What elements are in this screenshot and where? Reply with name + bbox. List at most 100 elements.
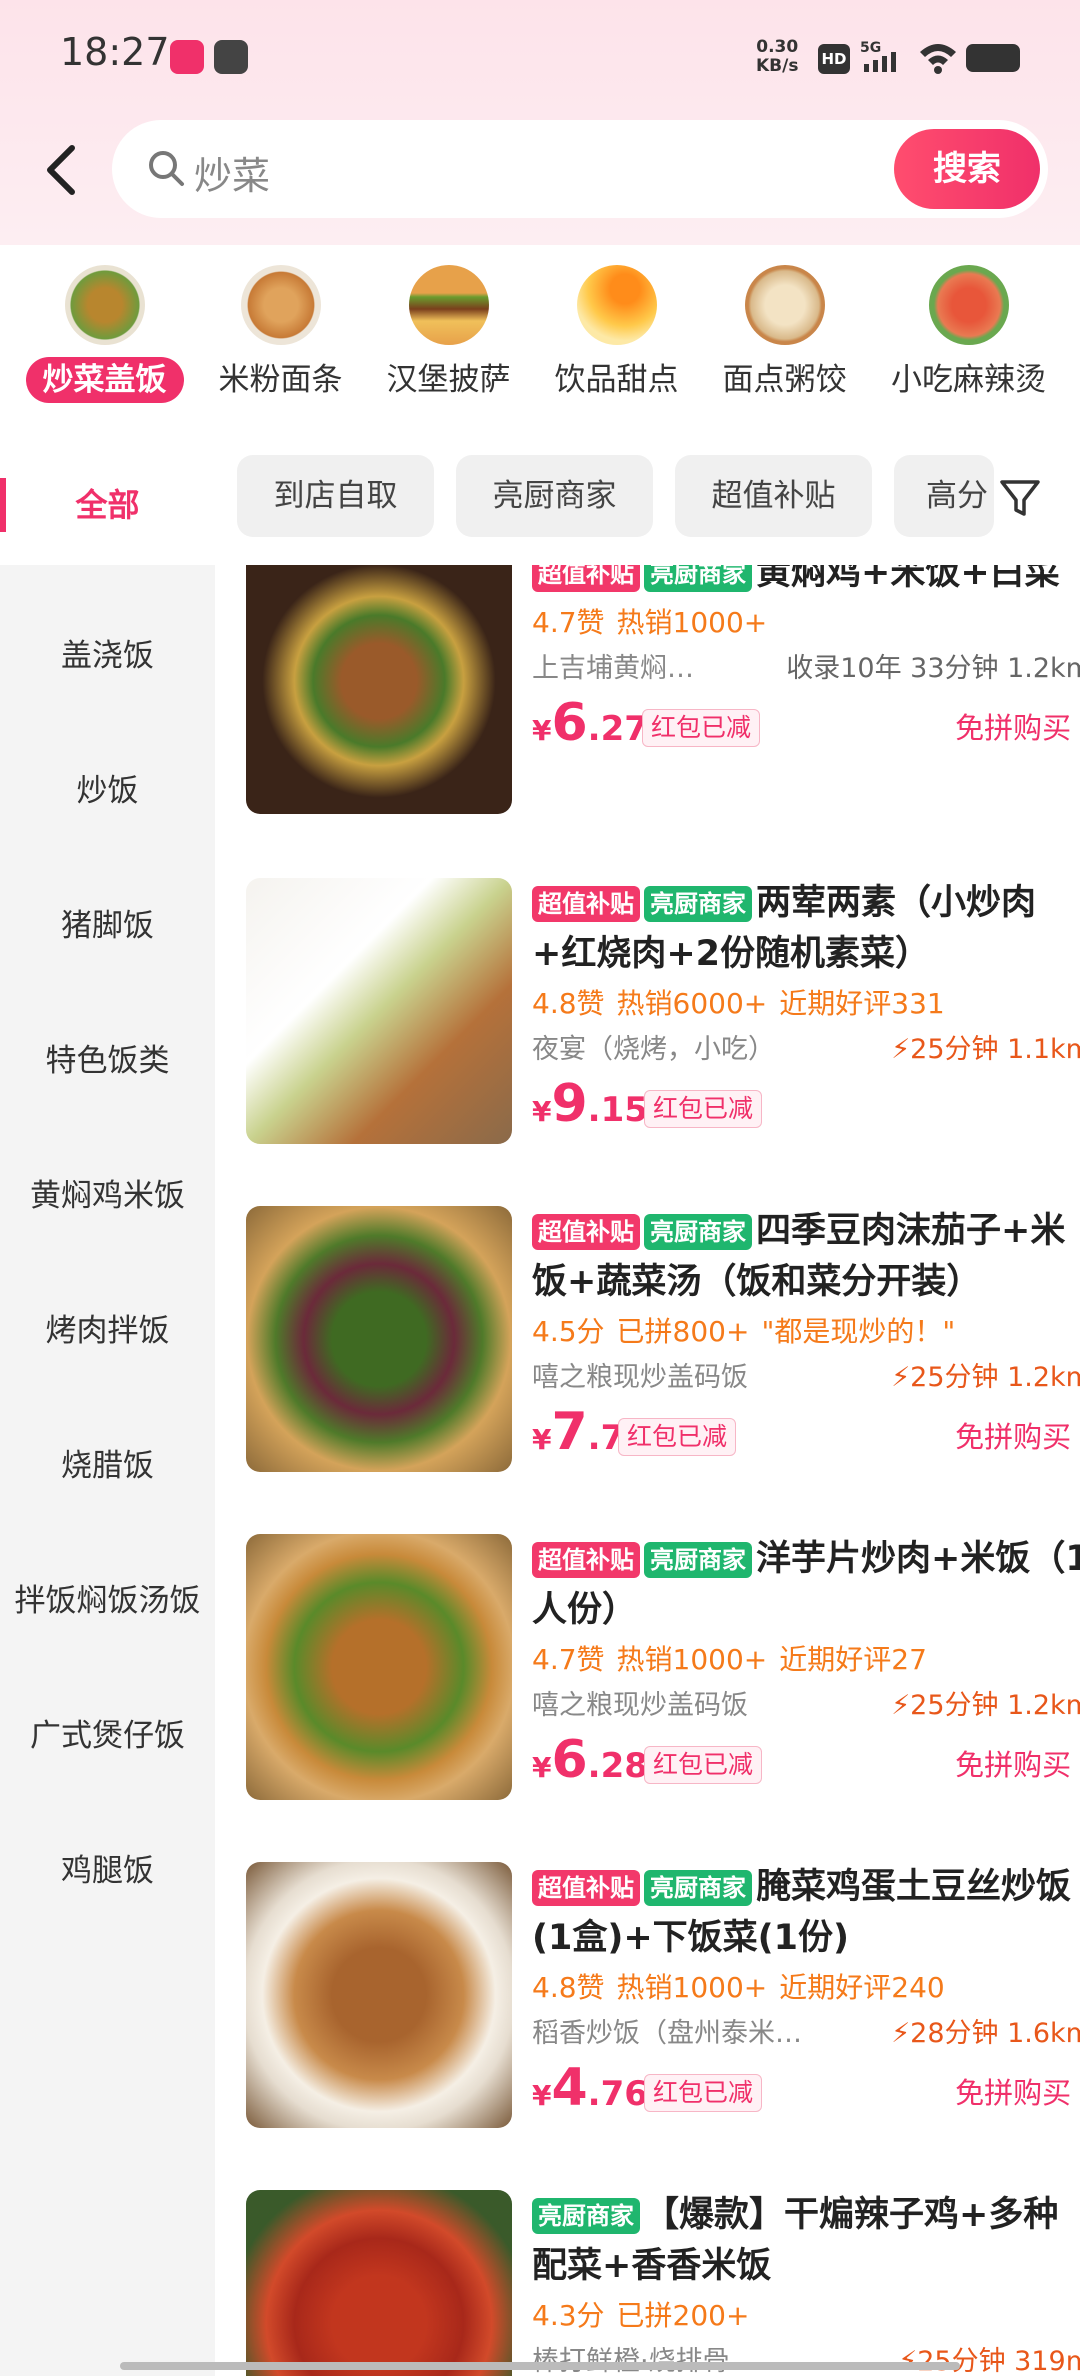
tag-subsidy: 超值补贴: [532, 565, 640, 592]
shop-name[interactable]: 夜宴（烧烤，小吃）: [532, 1030, 775, 1070]
tag-subsidy: 超值补贴: [532, 1542, 640, 1578]
product-card[interactable]: 超值补贴 亮厨商家 洋芋片炒肉+米饭（1人份） 4.7赞 热销1000+ 近期好评27 …: [230, 1534, 1080, 1814]
filter-chip-bright-kitchen[interactable]: 亮厨商家: [456, 455, 653, 537]
filter-chip-pickup[interactable]: 到店自取: [237, 455, 434, 537]
product-title: 亮厨商家 【爆款】干煸辣子鸡+多种配菜+香香米饭: [532, 2195, 1059, 2286]
filter-chip-subsidy[interactable]: 超值补贴: [675, 455, 872, 537]
tag-subsidy: 超值补贴: [532, 1870, 640, 1906]
price: ¥7.7: [532, 1402, 625, 1462]
review-count: 近期好评331: [779, 987, 945, 1020]
discount-badge: 红包已减: [644, 1090, 763, 1128]
filter-chip-high-score[interactable]: 高分: [894, 455, 994, 537]
delivery-info: ⚡25分钟 319m: [898, 2346, 1080, 2376]
product-meta: 4.7赞 热销1000+ 近期好评27: [532, 1640, 1080, 1680]
tag-subsidy: 超值补贴: [532, 1214, 640, 1250]
shop-name[interactable]: 稻香炒饭（盘州泰米…: [532, 2014, 802, 2054]
sidebar-item[interactable]: 特色饭类: [0, 1035, 215, 1080]
robot-notification-icon: [214, 40, 248, 74]
buy-button[interactable]: 免拼购买 ›: [955, 705, 1080, 747]
category-label: 面点粥饺: [722, 362, 847, 398]
product-card[interactable]: 超值补贴 亮厨商家 两荤两素（小炒肉+红烧肉+2份随机素菜） 4.8赞 热销6000+…: [230, 878, 1080, 1158]
sidebar-item[interactable]: 烧腊饭: [0, 1440, 215, 1485]
sidebar: 盖浇饭 炒饭 猪脚饭 特色饭类 黄焖鸡米饭 烤肉拌饭 烧腊饭 拌饭焖饭汤饭 广式…: [0, 585, 215, 2376]
category-image: [408, 265, 489, 345]
rating: 4.3分: [532, 2299, 605, 2332]
tag-bright-kitchen: 亮厨商家: [644, 1870, 752, 1906]
product-meta: 4.7赞 热销1000+: [532, 603, 1080, 643]
category-label: 米粉面条: [218, 362, 343, 398]
sidebar-item[interactable]: 盖浇饭: [0, 630, 215, 675]
category-label: 汉堡披萨: [386, 362, 511, 398]
filter-all[interactable]: 全部: [0, 440, 215, 570]
rating: 4.7赞: [532, 1643, 605, 1676]
category-noodles[interactable]: 米粉面条: [198, 265, 363, 403]
tag-bright-kitchen: 亮厨商家: [644, 1542, 752, 1578]
discount-badge: 红包已减: [618, 1418, 737, 1456]
product-card[interactable]: 超值补贴 亮厨商家 黄焖鸡+米饭+白菜 4.7赞 热销1000+ 上吉埔黄焖… 收录1…: [230, 565, 1080, 828]
product-list: 超值补贴 亮厨商家 黄焖鸡+米饭+白菜 4.7赞 热销1000+ 上吉埔黄焖… 收录1…: [215, 565, 1080, 2376]
product-meta: 4.5分 已拼800+ "都是现炒的！": [532, 1312, 1080, 1352]
price: ¥9.15: [532, 1074, 648, 1134]
category-drinks-desserts[interactable]: 饮品甜点: [534, 265, 699, 403]
product-image: [246, 1862, 512, 2128]
sidebar-item[interactable]: 拌饭焖饭汤饭: [0, 1575, 215, 1620]
shop-name[interactable]: 嘻之粮现炒盖码饭: [532, 1686, 748, 1726]
discount-badge: 红包已减: [642, 709, 761, 747]
search-button[interactable]: 搜索: [894, 129, 1040, 209]
rating: 4.5分: [532, 1315, 605, 1348]
tag-bright-kitchen: 亮厨商家: [644, 565, 752, 592]
category-snacks[interactable]: 小吃麻辣烫: [886, 265, 1051, 403]
home-indicator[interactable]: [120, 2362, 960, 2370]
discount-badge: 红包已减: [644, 1746, 763, 1784]
price: ¥4.76: [532, 2058, 648, 2118]
status-time: 18:27: [60, 30, 170, 74]
category-stir-fry[interactable]: 炒菜盖饭: [22, 265, 187, 403]
filter-icon[interactable]: [996, 474, 1044, 522]
network-type: 5G: [860, 40, 881, 56]
category-image: [240, 265, 321, 345]
category-label: 小吃麻辣烫: [891, 362, 1046, 398]
product-card[interactable]: 亮厨商家 【爆款】干煸辣子鸡+多种配菜+香香米饭 4.3分 已拼200+ 棒打鲜橙·…: [230, 2190, 1080, 2376]
search-input[interactable]: 炒菜: [194, 145, 270, 200]
category-burger-pizza[interactable]: 汉堡披萨: [366, 265, 531, 403]
shop-name[interactable]: 上吉埔黄焖…: [532, 649, 694, 689]
buy-button[interactable]: 免拼购买 ›: [955, 1742, 1080, 1784]
sidebar-item[interactable]: 黄焖鸡米饭: [0, 1170, 215, 1215]
search-bar[interactable]: 炒菜 搜索: [112, 120, 1048, 218]
tag-bright-kitchen: 亮厨商家: [532, 2198, 640, 2234]
buy-button[interactable]: 免拼购买 ›: [955, 2070, 1080, 2112]
hd-icon: HD: [818, 44, 850, 74]
product-image: [246, 565, 512, 814]
sidebar-item[interactable]: 猪脚饭: [0, 900, 215, 945]
wifi-icon: [920, 44, 956, 74]
shop-name[interactable]: 棒打鲜橙·烧排骨: [532, 2342, 730, 2376]
sales: 热销6000+: [616, 987, 768, 1020]
category-image: [576, 265, 657, 345]
delivery-info: ⚡25分钟 1.1km: [891, 1034, 1080, 1065]
back-arrow-icon[interactable]: [38, 140, 88, 200]
tag-bright-kitchen: 亮厨商家: [644, 886, 752, 922]
sales: 热销1000+: [616, 1643, 768, 1676]
product-image: [246, 2190, 512, 2376]
category-dumplings[interactable]: 面点粥饺: [702, 265, 867, 403]
rating: 4.7赞: [532, 606, 605, 639]
sidebar-item[interactable]: 烤肉拌饭: [0, 1305, 215, 1350]
product-card[interactable]: 超值补贴 亮厨商家 腌菜鸡蛋土豆丝炒饭(1盒)+下饭菜(1份) 4.8赞 热销1000…: [230, 1862, 1080, 2142]
sidebar-item[interactable]: 鸡腿饭: [0, 1845, 215, 1890]
product-meta: 4.3分 已拼200+: [532, 2296, 1080, 2336]
sidebar-item[interactable]: 广式煲仔饭: [0, 1710, 215, 1755]
review-quote: "都是现炒的！": [761, 1315, 956, 1348]
sidebar-item[interactable]: 炒饭: [0, 765, 215, 810]
battery-icon: [966, 44, 1020, 72]
product-card[interactable]: 超值补贴 亮厨商家 四季豆肉沫茄子+米饭+蔬菜汤（饭和菜分开装） 4.5分 已拼800…: [230, 1206, 1080, 1486]
category-label: 炒菜盖饭: [25, 357, 184, 403]
rating: 4.8赞: [532, 987, 605, 1020]
buy-button[interactable]: 免拼购买 ›: [955, 1414, 1080, 1456]
product-image: [246, 1534, 512, 1800]
product-title: 超值补贴 亮厨商家 黄焖鸡+米饭+白菜: [532, 565, 1080, 599]
category-row: 炒菜盖饭 米粉面条 汉堡披萨 饮品甜点 面点粥饺 小吃麻辣烫: [0, 245, 1080, 435]
discount-badge: 红包已减: [644, 2074, 763, 2112]
price: ¥6.27: [532, 693, 648, 753]
shop-name[interactable]: 嘻之粮现炒盖码饭: [532, 1358, 748, 1398]
review-count: 近期好评240: [779, 1971, 945, 2004]
